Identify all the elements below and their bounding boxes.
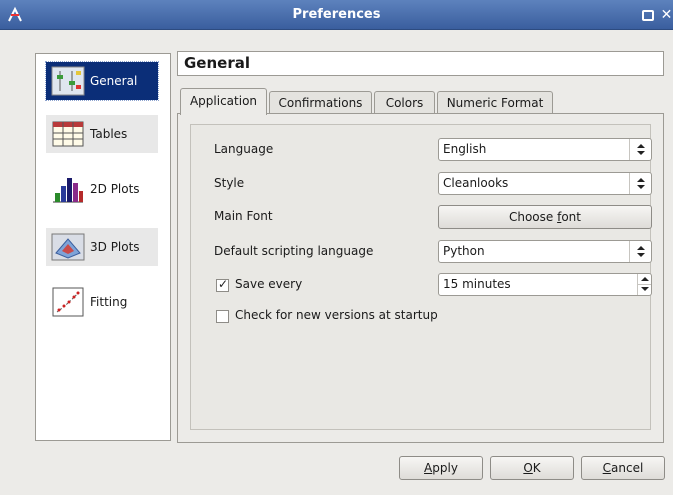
- choose-font-text: Choose: [508, 210, 558, 224]
- choose-font-button[interactable]: Choose font: [438, 205, 652, 229]
- ok-button[interactable]: OK: [490, 456, 574, 480]
- general-settings-icon: [51, 66, 85, 96]
- tab-numeric-format[interactable]: Numeric Format: [437, 91, 553, 114]
- scripting-language-select[interactable]: Python: [438, 240, 652, 263]
- save-interval-value: 15 minutes: [443, 277, 511, 291]
- sidebar-item-2d-plots[interactable]: 2D Plots: [46, 170, 158, 208]
- settings-group: Language English Style Cleanlooks Main F…: [190, 124, 652, 430]
- spin-down-icon[interactable]: [637, 284, 651, 295]
- sidebar-item-label: Tables: [90, 127, 128, 141]
- main-font-label: Main Font: [214, 209, 273, 223]
- check-versions-label: Check for new versions at startup: [235, 308, 438, 322]
- surface-plot-icon: [51, 233, 85, 261]
- window-title: Preferences: [292, 7, 381, 22]
- scripting-language-value: Python: [443, 244, 485, 258]
- style-value: Cleanlooks: [443, 176, 509, 190]
- style-label: Style: [214, 176, 245, 190]
- style-select[interactable]: Cleanlooks: [438, 172, 652, 195]
- cancel-label: ancel: [611, 461, 644, 475]
- sidebar-item-3d-plots[interactable]: 3D Plots: [46, 228, 158, 266]
- tab-confirmations[interactable]: Confirmations: [269, 91, 372, 114]
- language-label: Language: [214, 142, 274, 156]
- preferences-window: Preferences ✕ General Tables 2D Plots 3D…: [0, 0, 673, 495]
- cancel-button[interactable]: Cancel: [581, 456, 665, 480]
- ok-accel: O: [523, 461, 533, 475]
- tab-panel-application: Language English Style Cleanlooks Main F…: [177, 113, 664, 443]
- tab-application[interactable]: Application: [180, 88, 267, 115]
- chevron-updown-icon: [629, 173, 651, 194]
- scripting-language-label: Default scripting language: [214, 244, 374, 258]
- check-versions-checkbox[interactable]: [216, 310, 229, 323]
- save-interval-spinbox[interactable]: 15 minutes: [438, 273, 652, 296]
- page-title: General: [177, 51, 664, 76]
- title-bar[interactable]: Preferences ✕: [0, 0, 673, 30]
- apply-label: pply: [432, 461, 458, 475]
- sidebar-item-label: Fitting: [90, 295, 128, 309]
- chevron-updown-icon: [629, 139, 651, 160]
- language-value: English: [443, 142, 487, 156]
- category-list: General Tables 2D Plots 3D Plots Fitting: [35, 53, 171, 441]
- tab-colors[interactable]: Colors: [374, 91, 435, 114]
- sidebar-item-label: 3D Plots: [90, 240, 140, 254]
- save-every-checkbox[interactable]: [216, 277, 229, 292]
- bar-chart-icon: [53, 178, 83, 203]
- choose-font-text-rest: ont: [561, 210, 581, 224]
- chevron-updown-icon: [629, 241, 651, 262]
- maximize-icon[interactable]: [642, 10, 654, 21]
- sidebar-item-fitting[interactable]: Fitting: [46, 283, 158, 321]
- apply-button[interactable]: Apply: [399, 456, 483, 480]
- sidebar-item-general[interactable]: General: [45, 61, 159, 101]
- sidebar-item-tables[interactable]: Tables: [46, 115, 158, 153]
- save-every-label: Save every: [235, 277, 303, 291]
- sidebar-item-label: 2D Plots: [90, 182, 140, 196]
- close-icon[interactable]: ✕: [659, 8, 673, 22]
- language-select[interactable]: English: [438, 138, 652, 161]
- cancel-accel: C: [602, 461, 612, 475]
- sidebar-item-label: General: [90, 74, 138, 88]
- fitting-icon: [52, 287, 84, 317]
- ok-label: K: [532, 461, 541, 475]
- table-icon: [52, 121, 84, 147]
